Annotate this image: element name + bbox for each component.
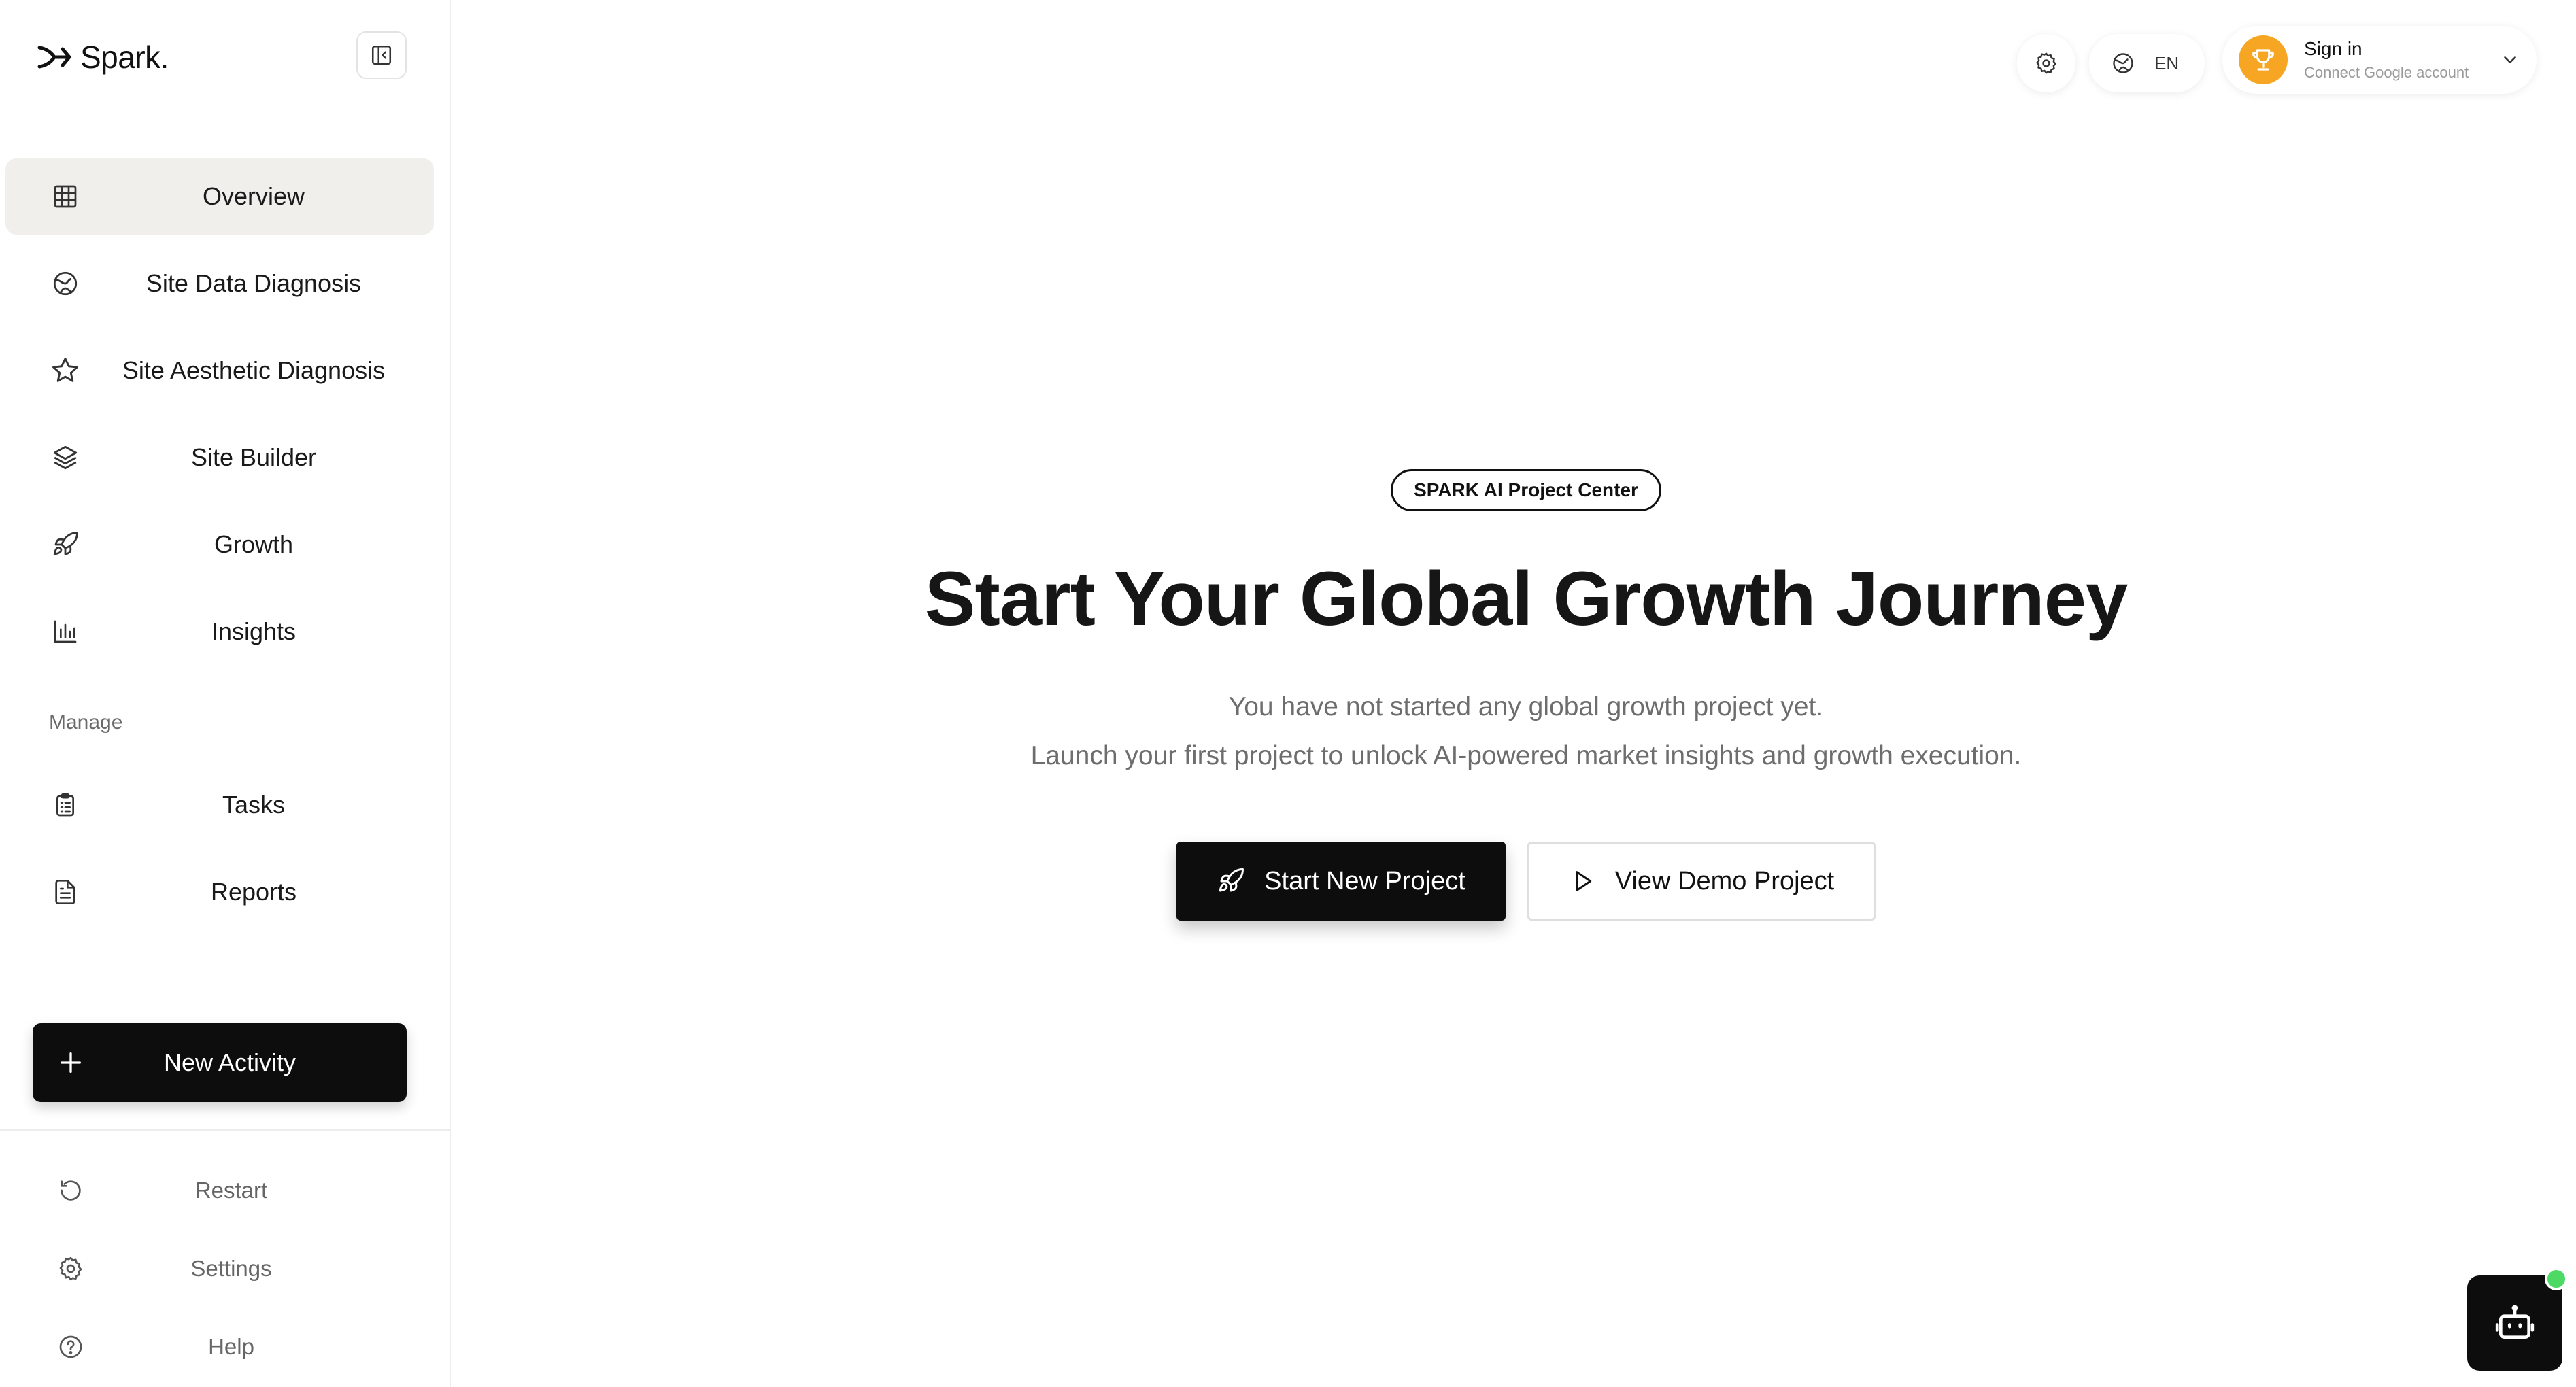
restart-button[interactable]: Restart <box>41 1160 408 1221</box>
view-demo-project-label: View Demo Project <box>1614 866 1835 895</box>
avatar <box>2239 35 2288 84</box>
ai-assistant-button[interactable] <box>2467 1275 2562 1371</box>
sidebar-item-overview[interactable]: Overview <box>5 158 434 235</box>
trophy-icon <box>2252 49 2274 71</box>
sidebar-collapse-icon <box>371 45 392 65</box>
restart-label: Restart <box>194 1178 268 1203</box>
globe-icon <box>2113 53 2133 73</box>
sidebar-item-growth[interactable]: Growth <box>5 507 434 583</box>
collapse-sidebar-button[interactable] <box>356 31 407 79</box>
app-window: Spark. Overview Site Data Diagnosis Site… <box>0 0 2576 1387</box>
gear-icon <box>2036 52 2056 74</box>
account-text: Sign in Connect Google account <box>2304 38 2469 82</box>
help-button[interactable]: Help <box>41 1316 408 1377</box>
manage-section-label: Manage <box>49 711 123 734</box>
help-label: Help <box>208 1334 254 1359</box>
language-code: EN <box>2154 52 2180 73</box>
sidebar-item-label: Site Builder <box>190 443 317 471</box>
sidebar-item-site-builder[interactable]: Site Builder <box>5 419 434 496</box>
settings-button[interactable]: Settings <box>41 1238 408 1299</box>
sidebar-item-label: Site Aesthetic Diagnosis <box>122 356 386 384</box>
start-new-project-label: Start New Project <box>1264 866 1465 895</box>
sidebar-item-site-data-diagnosis[interactable]: Site Data Diagnosis <box>5 245 434 322</box>
account-menu[interactable]: Sign in Connect Google account <box>2222 26 2537 94</box>
sidebar-item-label: Insights <box>211 617 296 645</box>
start-new-project-button[interactable]: Start New Project <box>1176 842 1506 921</box>
brand[interactable]: Spark. <box>35 38 169 76</box>
page-title: Start Your Global Growth Journey <box>924 556 2129 641</box>
robot-icon <box>2495 1305 2535 1339</box>
sidebar-item-reports[interactable]: Reports <box>5 854 434 930</box>
sidebar-item-tasks[interactable]: Tasks <box>5 767 434 843</box>
online-status-dot <box>2545 1267 2568 1290</box>
play-icon <box>1575 871 1591 891</box>
sidebar-item-label: Tasks <box>222 791 286 819</box>
new-activity-button[interactable]: New Activity <box>33 1023 407 1102</box>
settings-label: Settings <box>190 1256 272 1281</box>
sidebar-item-label: Overview <box>202 182 305 210</box>
project-center-badge: SPARK AI Project Center <box>1391 469 1661 511</box>
connect-google-label: Connect Google account <box>2304 64 2469 81</box>
brand-name: Spark. <box>80 39 169 75</box>
sidebar-item-site-aesthetic-diagnosis[interactable]: Site Aesthetic Diagnosis <box>5 332 434 409</box>
spark-logo-icon <box>37 46 72 69</box>
sidebar-item-label: Reports <box>210 878 297 906</box>
view-demo-project-button[interactable]: View Demo Project <box>1527 842 1876 921</box>
sign-in-label: Sign in <box>2304 38 2362 59</box>
rocket-icon <box>1219 868 1244 892</box>
language-selector[interactable]: EN <box>2089 34 2205 92</box>
sidebar-item-label: Site Data Diagnosis <box>146 269 362 297</box>
sidebar-item-insights[interactable]: Insights <box>5 594 434 670</box>
sidebar: Spark. Overview Site Data Diagnosis Site… <box>0 0 451 1387</box>
hero-subtitle-line2: Launch your first project to unlock AI-p… <box>1030 741 2022 770</box>
hero-subtitle-line1: You have not started any global growth p… <box>1228 692 1824 721</box>
new-activity-label: New Activity <box>163 1048 296 1076</box>
top-settings-button[interactable] <box>2017 34 2075 92</box>
sidebar-divider <box>0 1129 451 1131</box>
chevron-down-icon <box>2504 56 2516 63</box>
sidebar-item-label: Growth <box>214 530 294 558</box>
